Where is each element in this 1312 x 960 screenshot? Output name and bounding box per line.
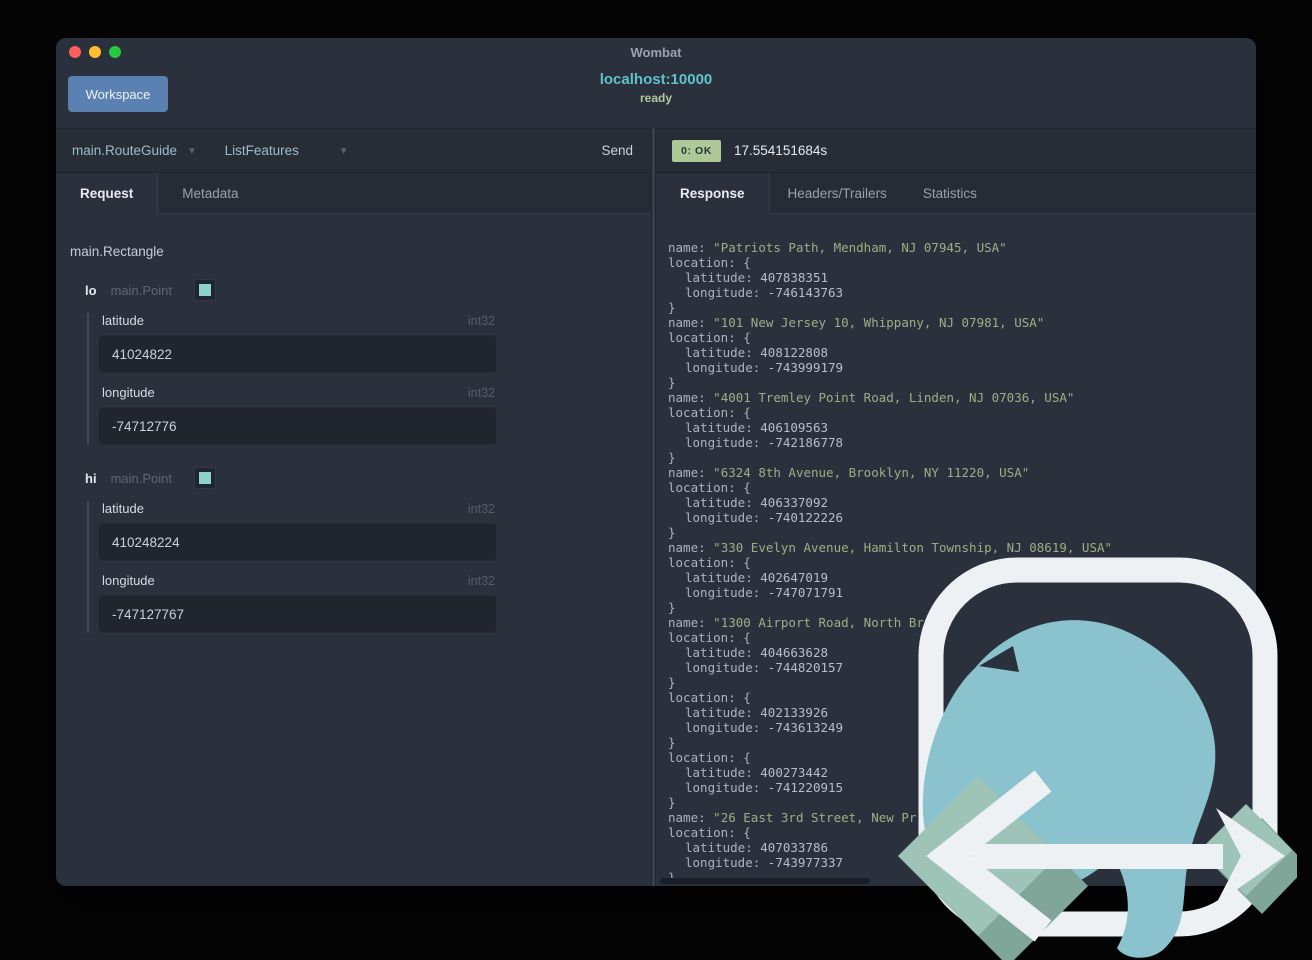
screen: Wombat Workspace localhost:10000 ready m… bbox=[0, 0, 1312, 960]
status-badge: 0: OK bbox=[672, 139, 722, 162]
response-line: location: { bbox=[668, 555, 751, 570]
response-line: location: { bbox=[668, 405, 751, 420]
group-lo-checkbox[interactable] bbox=[193, 279, 216, 301]
field-type-label: int32 bbox=[467, 314, 495, 328]
response-line: latitude: 407838351 bbox=[685, 270, 828, 285]
lo-latitude-input[interactable] bbox=[98, 335, 497, 373]
service-selector-label: main.RouteGuide bbox=[72, 143, 178, 158]
response-line: name: "101 New Jersey 10, Whippany, NJ 0… bbox=[668, 315, 1045, 330]
response-line: name: "Patriots Path, Mendham, NJ 07945,… bbox=[668, 240, 1007, 255]
message-type-label: main.Rectangle bbox=[70, 244, 164, 259]
response-line: location: { bbox=[668, 825, 751, 840]
request-tabbar: Request Metadata bbox=[56, 173, 651, 214]
response-line: longitude: -743999179 bbox=[685, 360, 844, 375]
response-line: } bbox=[668, 600, 676, 615]
tab-response[interactable]: Response bbox=[656, 173, 770, 214]
server-status: ready bbox=[639, 91, 673, 105]
response-line: latitude: 402133926 bbox=[685, 705, 828, 720]
response-line: longitude: -746143763 bbox=[685, 285, 844, 300]
app-window: Wombat Workspace localhost:10000 ready m… bbox=[56, 38, 1256, 886]
window-title: Wombat bbox=[630, 45, 682, 60]
response-line: } bbox=[668, 675, 676, 690]
response-duration: 17.554151684s bbox=[734, 143, 828, 158]
response-tabbar: Response Headers/Trailers Statistics bbox=[656, 173, 1256, 214]
checkbox-check-icon bbox=[198, 472, 211, 484]
response-output: name: "Patriots Path, Mendham, NJ 07945,… bbox=[656, 214, 1256, 886]
response-line: location: { bbox=[668, 690, 751, 705]
response-line: longitude: -743977337 bbox=[685, 855, 844, 870]
group-name-label: hi bbox=[85, 470, 97, 486]
field-type-label: int32 bbox=[467, 574, 495, 588]
send-button[interactable]: Send bbox=[599, 139, 635, 162]
response-pane: 0: OK 17.554151684s Response Headers/Tra… bbox=[656, 128, 1256, 886]
response-line: longitude: -742186778 bbox=[685, 435, 844, 450]
response-line: location: { bbox=[668, 750, 751, 765]
server-address: localhost:10000 bbox=[599, 71, 713, 88]
response-line: } bbox=[668, 450, 676, 465]
field-label: longitude bbox=[102, 573, 155, 588]
field-type-label: int32 bbox=[467, 386, 495, 400]
chevron-down-icon: ▾ bbox=[189, 145, 195, 157]
response-line: location: { bbox=[668, 630, 751, 645]
lo-longitude-input[interactable] bbox=[98, 407, 497, 445]
field-type-label: int32 bbox=[467, 502, 495, 516]
chevron-down-icon: ▾ bbox=[340, 145, 347, 157]
response-line: latitude: 406109563 bbox=[685, 420, 828, 435]
response-line: location: { bbox=[668, 255, 751, 270]
response-line: } bbox=[668, 795, 676, 810]
response-line: latitude: 407033786 bbox=[685, 840, 828, 855]
group-type-label: main.Point bbox=[110, 282, 172, 298]
response-line: latitude: 406337092 bbox=[685, 495, 828, 510]
tab-metadata[interactable]: Metadata bbox=[158, 173, 262, 213]
response-line: longitude: -743613249 bbox=[685, 720, 844, 735]
field-group-lo: lo main.Point latitude int32 longitud bbox=[68, 279, 651, 445]
group-type-label: main.Point bbox=[110, 470, 172, 486]
response-line: location: { bbox=[668, 480, 751, 495]
response-line: latitude: 402647019 bbox=[685, 570, 828, 585]
field-group-hi: hi main.Point latitude int32 longitud bbox=[68, 467, 651, 633]
request-pane: main.RouteGuide ▾ ListFeatures ▾ Send Re… bbox=[56, 128, 651, 886]
response-line: location: { bbox=[668, 330, 751, 345]
field-label: latitude bbox=[102, 501, 144, 516]
response-line: } bbox=[668, 375, 676, 390]
tab-headers-trailers[interactable]: Headers/Trailers bbox=[770, 173, 905, 213]
method-selector[interactable]: ListFeatures ▾ bbox=[225, 143, 347, 158]
response-line: } bbox=[668, 525, 676, 540]
group-hi-checkbox[interactable] bbox=[193, 467, 216, 489]
group-name-label: lo bbox=[85, 282, 97, 298]
titlebar: Wombat bbox=[56, 38, 1256, 66]
checkbox-check-icon bbox=[198, 284, 211, 296]
response-line: name: "1300 Airport Road, North Br bbox=[668, 615, 924, 630]
response-line: latitude: 400273442 bbox=[685, 765, 828, 780]
response-line: longitude: -744820157 bbox=[685, 660, 844, 675]
response-line: latitude: 408122808 bbox=[685, 345, 828, 360]
hi-latitude-input[interactable] bbox=[98, 523, 497, 561]
hi-longitude-input[interactable] bbox=[98, 595, 497, 633]
response-line: longitude: -740122226 bbox=[685, 510, 844, 525]
response-line: name: "6324 8th Avenue, Brooklyn, NY 112… bbox=[668, 465, 1030, 480]
field-label: longitude bbox=[102, 385, 155, 400]
response-line: } bbox=[668, 300, 676, 315]
response-line: name: "4001 Tremley Point Road, Linden, … bbox=[668, 390, 1075, 405]
field-label: latitude bbox=[102, 313, 144, 328]
response-line: } bbox=[668, 735, 676, 750]
method-selector-label: ListFeatures bbox=[224, 143, 299, 158]
tab-statistics[interactable]: Statistics bbox=[905, 173, 995, 213]
connection-header: Workspace localhost:10000 ready bbox=[56, 66, 1256, 128]
request-form: main.Rectangle lo main.Point latitude in… bbox=[56, 214, 651, 886]
response-line: longitude: -741220915 bbox=[685, 780, 844, 795]
response-line: name: "26 East 3rd Street, New Pr bbox=[668, 810, 917, 825]
horizontal-scrollbar-thumb[interactable] bbox=[660, 878, 870, 884]
service-selector[interactable]: main.RouteGuide ▾ bbox=[72, 143, 195, 158]
response-line: latitude: 404663628 bbox=[685, 645, 828, 660]
response-line: longitude: -747071791 bbox=[685, 585, 844, 600]
tab-request[interactable]: Request bbox=[56, 173, 159, 214]
response-line: name: "330 Evelyn Avenue, Hamilton Towns… bbox=[668, 540, 1113, 555]
